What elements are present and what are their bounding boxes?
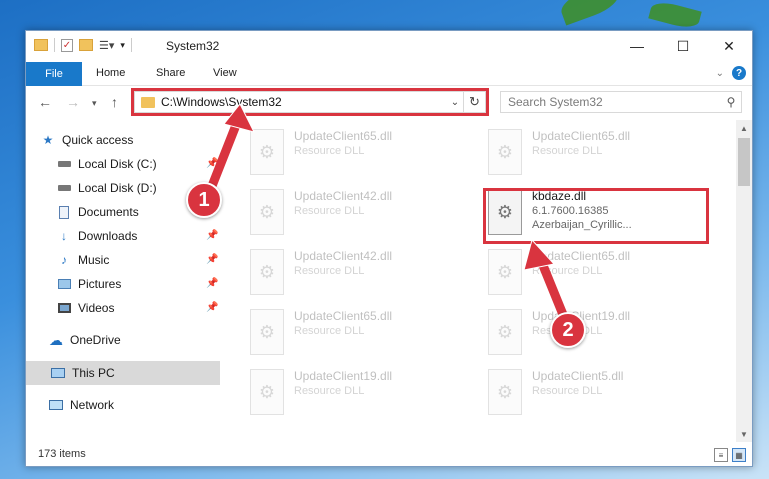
callout-badge-2: 2 [550,312,586,348]
arrowhead-file [523,238,555,271]
annotation-arrows [207,103,571,327]
callout-badge-1: 1 [186,182,222,218]
arrowhead-address-bar [223,103,255,133]
arrow-to-address-bar [207,115,243,191]
